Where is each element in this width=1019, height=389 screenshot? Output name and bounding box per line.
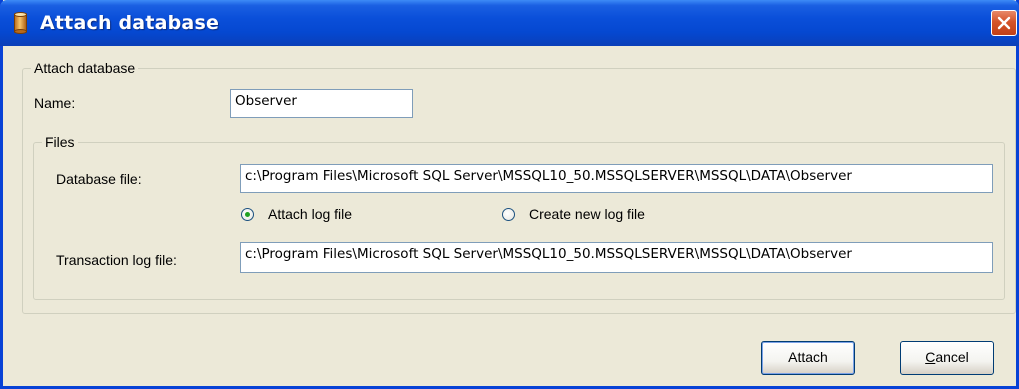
- close-icon: [997, 16, 1011, 30]
- attach-database-legend: Attach database: [34, 60, 136, 76]
- close-button[interactable]: [991, 10, 1017, 36]
- transaction-log-input[interactable]: c:\Program Files\Microsoft SQL Server\MS…: [240, 242, 993, 273]
- database-file-input[interactable]: c:\Program Files\Microsoft SQL Server\MS…: [240, 164, 993, 193]
- name-label: Name:: [34, 95, 76, 111]
- cancel-button[interactable]: Cancel: [900, 341, 994, 375]
- attach-database-dialog: Attach database Attach database Name: Ob…: [0, 0, 1019, 389]
- create-log-radio[interactable]: [502, 208, 515, 221]
- transaction-log-label: Transaction log file:: [56, 252, 177, 268]
- attach-log-label[interactable]: Attach log file: [268, 206, 352, 222]
- database-file-label: Database file:: [56, 171, 142, 187]
- attach-log-radio[interactable]: [241, 208, 254, 221]
- attach-button[interactable]: Attach: [761, 341, 855, 375]
- database-icon: [14, 12, 27, 34]
- files-legend: Files: [45, 134, 75, 150]
- create-log-label[interactable]: Create new log file: [529, 206, 645, 222]
- title-bar[interactable]: Attach database: [0, 0, 1019, 46]
- radio-selected-dot: [245, 212, 250, 217]
- name-input[interactable]: Observer: [230, 89, 413, 118]
- window-title: Attach database: [40, 12, 220, 34]
- files-group: Files: [33, 134, 1005, 300]
